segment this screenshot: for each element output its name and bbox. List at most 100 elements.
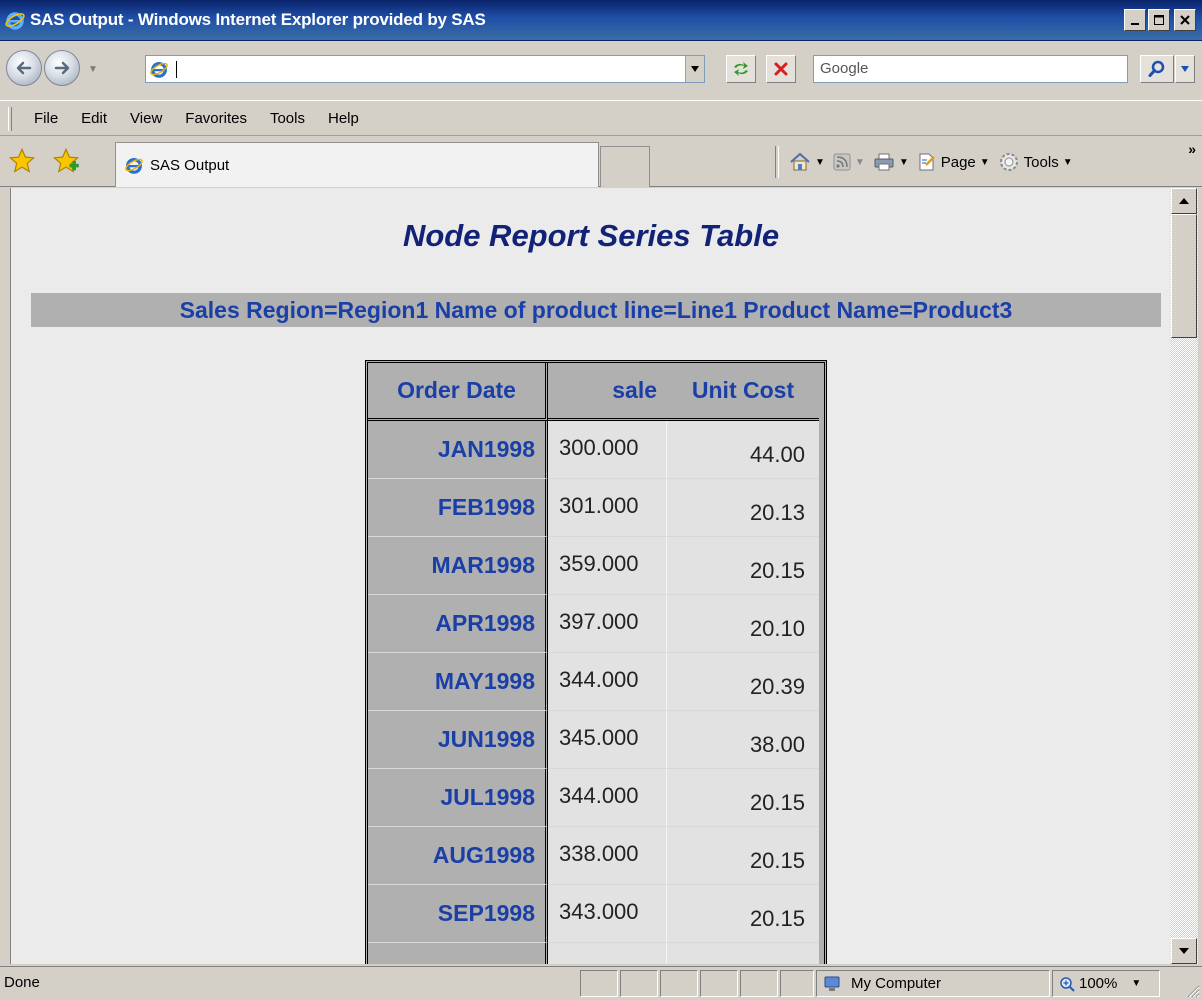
scroll-down-button[interactable] bbox=[1171, 938, 1197, 964]
chevron-down-icon bbox=[1181, 66, 1189, 72]
security-zone-label: My Computer bbox=[851, 975, 942, 992]
column-header-sale: sale bbox=[548, 363, 667, 421]
report-table: Order Date sale Unit Cost JAN1998 300.00… bbox=[365, 360, 827, 964]
search-providers-dropdown[interactable] bbox=[1175, 55, 1195, 83]
close-button[interactable] bbox=[1174, 9, 1196, 31]
sale-cell: 338.000 bbox=[548, 827, 667, 885]
arrow-down-icon bbox=[1179, 948, 1189, 954]
tab-bar: SAS Output ▼ ▼ ▼ Page ▼ Tools ▼ » bbox=[0, 137, 1202, 187]
sale-cell: 343.000 bbox=[548, 885, 667, 943]
report-title: Node Report Series Table bbox=[402, 218, 780, 253]
status-pane bbox=[780, 970, 814, 997]
rss-feed-icon bbox=[833, 153, 851, 171]
table-header-row: Order Date sale Unit Cost bbox=[368, 363, 819, 421]
close-icon bbox=[1180, 15, 1190, 25]
sale-cell: 345.000 bbox=[548, 711, 667, 769]
chevron-down-icon: ▼ bbox=[979, 156, 990, 168]
forward-arrow-icon bbox=[54, 61, 70, 75]
menu-view[interactable]: View bbox=[130, 110, 162, 127]
menu-edit[interactable]: Edit bbox=[81, 110, 107, 127]
recent-pages-dropdown[interactable]: ▼ bbox=[88, 64, 98, 75]
vertical-scrollbar[interactable] bbox=[1170, 188, 1198, 964]
command-bar: ▼ ▼ ▼ Page ▼ Tools ▼ bbox=[775, 137, 1081, 187]
maximize-button[interactable] bbox=[1148, 9, 1170, 31]
chevron-down-icon bbox=[691, 66, 699, 72]
tools-menu-button[interactable]: Tools ▼ bbox=[998, 151, 1073, 173]
table-row: JUN1998 345.000 38.00 bbox=[368, 711, 819, 769]
search-icon bbox=[1148, 60, 1165, 77]
page-ie-icon bbox=[150, 61, 168, 78]
unit-cost-cell: 44.00 bbox=[667, 421, 819, 479]
sale-cell: 397.000 bbox=[548, 595, 667, 653]
tools-menu-label: Tools bbox=[1023, 153, 1059, 171]
add-favorite-star-icon[interactable] bbox=[52, 147, 80, 175]
home-button[interactable]: ▼ bbox=[789, 152, 825, 172]
scroll-up-button[interactable] bbox=[1171, 188, 1197, 214]
search-placeholder: Google bbox=[820, 60, 869, 77]
page-menu-button[interactable]: Page ▼ bbox=[917, 152, 990, 172]
search-button[interactable] bbox=[1140, 55, 1174, 83]
menu-help[interactable]: Help bbox=[328, 110, 359, 127]
computer-zone-icon bbox=[824, 976, 840, 991]
forward-button[interactable] bbox=[44, 50, 80, 86]
unit-cost-cell: 20.15 bbox=[667, 827, 819, 885]
refresh-button[interactable] bbox=[726, 55, 756, 83]
status-text: Done bbox=[4, 974, 40, 991]
maximize-icon bbox=[1154, 15, 1164, 25]
favorites-center-star-icon[interactable] bbox=[8, 147, 36, 175]
order-date-cell: MAR1998 bbox=[368, 537, 548, 595]
back-button[interactable] bbox=[6, 50, 42, 86]
minimize-button[interactable] bbox=[1124, 9, 1146, 31]
order-date-cell: JAN1998 bbox=[368, 421, 548, 479]
stop-x-icon bbox=[774, 62, 788, 76]
menu-tools[interactable]: Tools bbox=[270, 110, 305, 127]
security-zone[interactable]: My Computer bbox=[816, 970, 1050, 997]
toolbar-overflow-chevron-icon[interactable]: » bbox=[1188, 141, 1196, 157]
resize-grip-icon[interactable] bbox=[1184, 982, 1200, 998]
unit-cost-cell bbox=[667, 943, 819, 964]
table-row: JAN1998 300.000 44.00 bbox=[368, 421, 819, 479]
table-row: SEP1998 343.000 20.15 bbox=[368, 885, 819, 943]
order-date-cell: AUG1998 bbox=[368, 827, 548, 885]
new-tab-button[interactable] bbox=[600, 146, 650, 187]
page-icon bbox=[919, 153, 935, 171]
table-row: APR1998 397.000 20.10 bbox=[368, 595, 819, 653]
menu-file[interactable]: File bbox=[34, 110, 58, 127]
page-content: Node Report Series Table Sales Region=Re… bbox=[10, 188, 1170, 964]
command-bar-separator bbox=[775, 146, 779, 178]
zoom-control[interactable]: 100% ▼ bbox=[1052, 970, 1160, 997]
text-caret bbox=[176, 61, 177, 78]
address-input[interactable] bbox=[145, 55, 705, 83]
window-titlebar: SAS Output - Windows Internet Explorer p… bbox=[0, 0, 1202, 41]
tab-sas-output[interactable]: SAS Output bbox=[115, 142, 599, 187]
minimize-icon bbox=[1131, 23, 1139, 25]
order-date-cell: FEB1998 bbox=[368, 479, 548, 537]
chevron-down-icon: ▼ bbox=[898, 156, 909, 168]
feeds-button[interactable]: ▼ bbox=[833, 153, 865, 171]
unit-cost-cell: 20.10 bbox=[667, 595, 819, 653]
printer-icon bbox=[874, 153, 894, 171]
gear-icon bbox=[999, 153, 1018, 171]
chevron-down-icon: ▼ bbox=[1131, 978, 1142, 989]
print-button[interactable]: ▼ bbox=[873, 152, 909, 172]
tab-label: SAS Output bbox=[150, 156, 230, 174]
status-pane bbox=[660, 970, 698, 997]
chevron-down-icon: ▼ bbox=[854, 156, 865, 168]
unit-cost-cell: 38.00 bbox=[667, 711, 819, 769]
search-input[interactable]: Google bbox=[813, 55, 1128, 83]
scroll-thumb[interactable] bbox=[1171, 214, 1197, 338]
column-header-unit-cost: Unit Cost bbox=[667, 363, 819, 421]
toolbar-grip bbox=[8, 107, 12, 131]
order-date-cell: APR1998 bbox=[368, 595, 548, 653]
table-row: JUL1998 344.000 20.15 bbox=[368, 769, 819, 827]
unit-cost-cell: 20.15 bbox=[667, 537, 819, 595]
address-dropdown-button[interactable] bbox=[685, 56, 704, 82]
stop-button[interactable] bbox=[766, 55, 796, 83]
back-arrow-icon bbox=[16, 61, 32, 75]
address-toolbar: ▼ Google bbox=[0, 42, 1202, 98]
menu-favorites[interactable]: Favorites bbox=[185, 110, 247, 127]
sale-cell bbox=[548, 943, 667, 964]
chevron-down-icon: ▼ bbox=[1062, 156, 1073, 168]
sale-cell: 344.000 bbox=[548, 769, 667, 827]
unit-cost-cell: 20.13 bbox=[667, 479, 819, 537]
